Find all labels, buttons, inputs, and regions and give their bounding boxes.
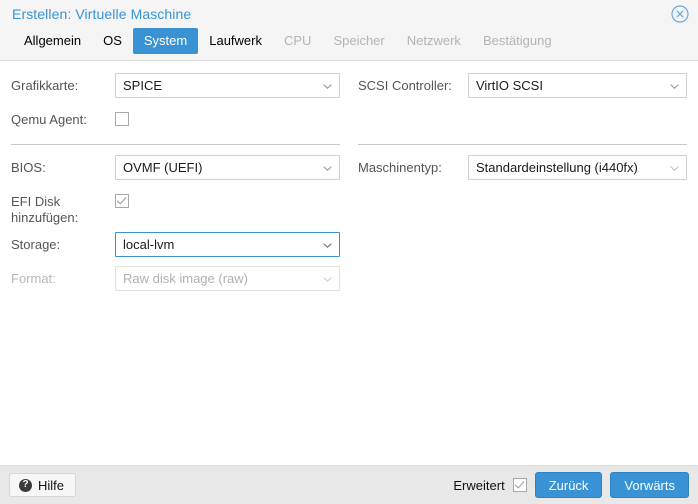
chevron-down-icon [670, 165, 679, 171]
graphics-value: SPICE [123, 78, 163, 93]
wizard-tabbar: Allgemein OS System Laufwerk CPU Speiche… [0, 28, 698, 60]
bios-label: BIOS: [11, 160, 46, 175]
tab-os[interactable]: OS [92, 28, 133, 54]
tab-bestaetigung: Bestätigung [482, 33, 552, 48]
field-row-format: Format: Raw disk image (raw) [11, 266, 340, 294]
scsi-controller-select[interactable]: VirtIO SCSI [468, 73, 687, 98]
field-row-graphics: Grafikkarte: SPICE [11, 73, 340, 101]
storage-value: local-lvm [123, 237, 175, 252]
storage-select[interactable]: local-lvm [115, 232, 340, 257]
field-row-qemu-agent: Qemu Agent: [11, 107, 340, 135]
field-row-bios: BIOS: OVMF (UEFI) [11, 155, 340, 183]
bios-value: OVMF (UEFI) [123, 160, 203, 175]
chevron-down-icon [323, 165, 332, 171]
machine-type-label: Maschinentyp: [358, 160, 442, 175]
bios-select[interactable]: OVMF (UEFI) [115, 155, 340, 180]
back-button[interactable]: Zurück [534, 472, 603, 498]
form-block-firmware: BIOS: OVMF (UEFI) EFI Disk hinzufügen: S… [11, 155, 687, 300]
chevron-down-icon [323, 83, 332, 89]
next-button[interactable]: Vorwärts [610, 472, 689, 498]
scsi-controller-value: VirtIO SCSI [476, 78, 543, 93]
section-divider [11, 141, 687, 155]
help-button[interactable]: ? Hilfe [9, 473, 77, 497]
field-row-scsi-controller: SCSI Controller: VirtIO SCSI [358, 73, 687, 101]
field-row-right-spacer [358, 107, 687, 135]
machine-type-value: Standardeinstellung (i440fx) [476, 160, 638, 175]
graphics-label: Grafikkarte: [11, 78, 79, 93]
dialog-titlebar: Erstellen: Virtuelle Maschine [0, 0, 698, 28]
scsi-controller-label: SCSI Controller: [358, 78, 452, 93]
format-label: Format: [11, 271, 56, 286]
machine-type-select[interactable]: Standardeinstellung (i440fx) [468, 155, 687, 180]
field-row-efi-disk: EFI Disk hinzufügen: [11, 189, 340, 226]
qemu-agent-checkbox[interactable] [115, 112, 129, 126]
efi-disk-checkbox[interactable] [115, 194, 129, 208]
form-block-display: Grafikkarte: SPICE Qemu Agent: SCSI Cont… [11, 73, 687, 141]
chevron-down-icon [670, 83, 679, 89]
question-mark-icon: ? [19, 478, 32, 492]
field-row-machine-type: Maschinentyp: Standardeinstellung (i440f… [358, 155, 687, 183]
chevron-down-icon [323, 242, 332, 248]
create-vm-dialog: Erstellen: Virtuelle Maschine Allgemein … [0, 0, 698, 504]
tab-speicher: Speicher [333, 33, 385, 48]
format-select: Raw disk image (raw) [115, 266, 340, 291]
field-row-storage: Storage: local-lvm [11, 232, 340, 260]
system-tab-panel: Grafikkarte: SPICE Qemu Agent: SCSI Cont… [0, 60, 698, 466]
format-value: Raw disk image (raw) [123, 271, 248, 286]
advanced-label: Erweitert [453, 477, 505, 493]
dialog-footer: ? Hilfe Erweitert Zurück Vorwärts [0, 466, 698, 504]
advanced-checkbox[interactable] [512, 478, 527, 492]
dialog-title: Erstellen: Virtuelle Maschine [12, 6, 192, 22]
tab-laufwerk[interactable]: Laufwerk [198, 28, 273, 54]
help-button-label: Hilfe [38, 477, 65, 493]
close-icon[interactable] [671, 5, 689, 23]
tab-netzwerk: Netzwerk [406, 33, 461, 48]
tab-cpu: CPU [283, 33, 312, 48]
graphics-select[interactable]: SPICE [115, 73, 340, 98]
chevron-down-icon [323, 276, 332, 282]
efi-disk-label: EFI Disk hinzufügen: [11, 194, 79, 225]
tab-system[interactable]: System [132, 28, 199, 54]
storage-label: Storage: [11, 237, 61, 252]
tab-allgemein[interactable]: Allgemein [13, 28, 92, 54]
qemu-agent-label: Qemu Agent: [11, 112, 87, 127]
